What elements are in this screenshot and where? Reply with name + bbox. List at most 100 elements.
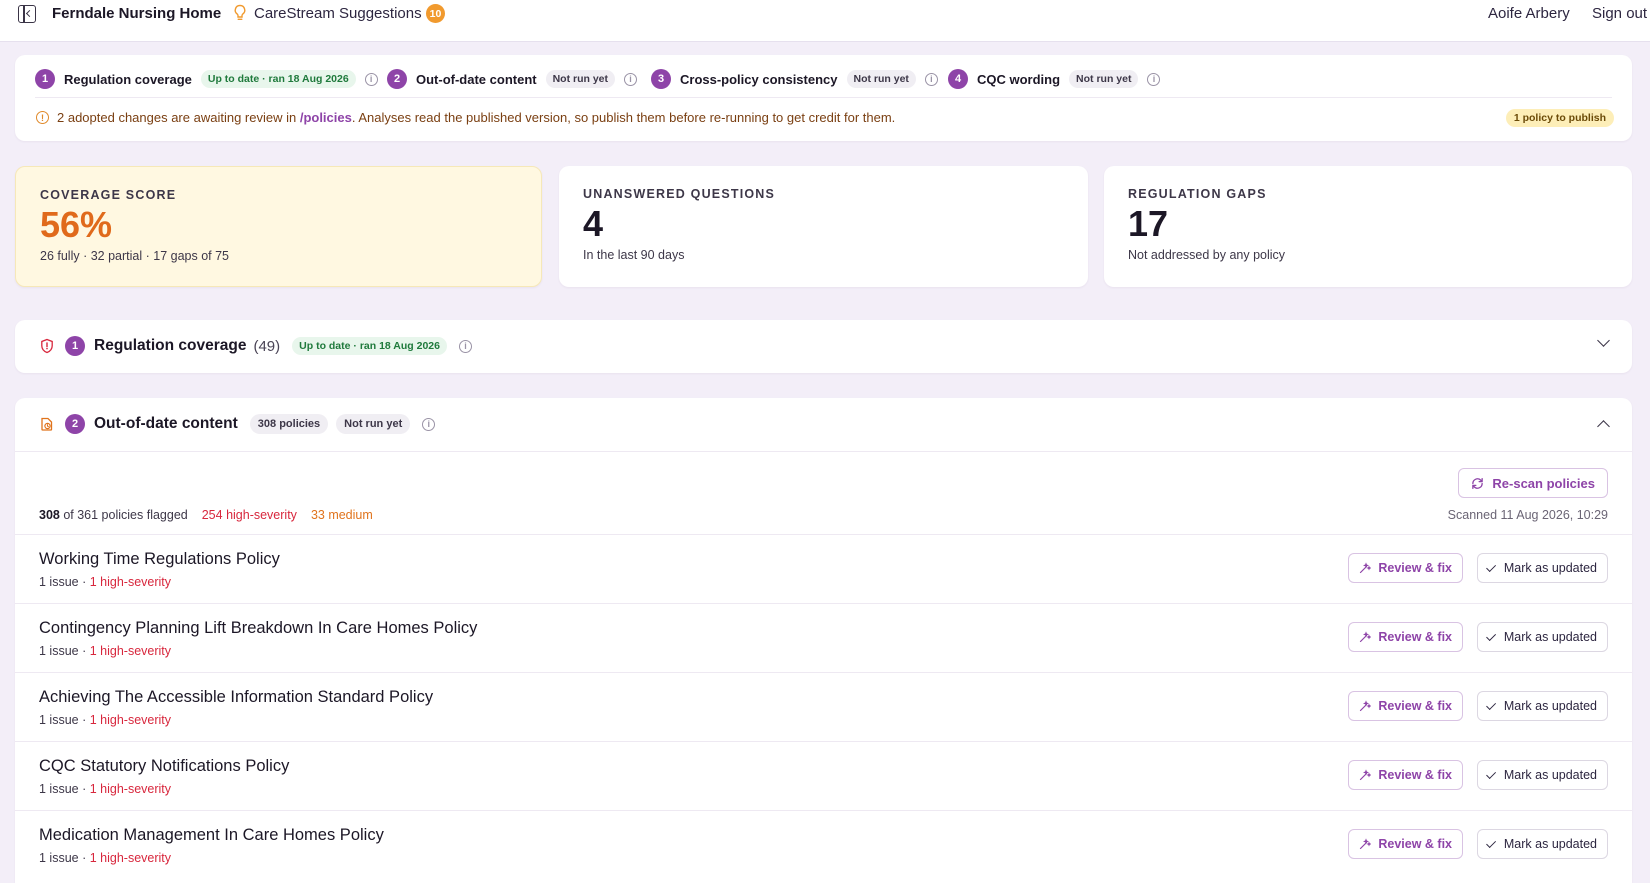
rescan-label: Re-scan policies — [1492, 475, 1595, 491]
notice-text: 2 adopted changes are awaiting review in — [57, 110, 300, 125]
policy-row[interactable]: CQC Statutory Notifications Policy 1 iss… — [15, 741, 1632, 810]
mark-label: Mark as updated — [1503, 837, 1597, 851]
policy-row[interactable]: Working Time Regulations Policy 1 issue … — [15, 534, 1632, 603]
carestream-suggestions-link[interactable]: CareStream Suggestions — [254, 5, 422, 22]
regulation-gaps-value: 17 — [1128, 203, 1169, 244]
unanswered-questions-card: Unanswered questions 4 In the last 90 da… — [559, 166, 1088, 287]
magic-wand-icon — [1360, 838, 1372, 850]
policy-issues: 1 issue · 1 high-severity — [39, 575, 171, 589]
check-icon — [1486, 837, 1496, 848]
status-badge: Not run yet — [545, 70, 616, 88]
review-fix-button[interactable]: Review & fix — [1348, 829, 1463, 859]
metric-label: Coverage score — [40, 188, 177, 202]
section-header[interactable]: 2 Out-of-date content 308 policies Not r… — [39, 398, 436, 450]
step-cqc-wording[interactable]: 4 CQC wording Not run yet i — [948, 68, 1161, 90]
review-label: Review & fix — [1378, 561, 1452, 575]
step-number: 2 — [387, 69, 407, 89]
review-label: Review & fix — [1378, 630, 1452, 644]
magic-wand-icon — [1360, 700, 1372, 712]
policy-title[interactable]: Contingency Planning Lift Breakdown In C… — [39, 619, 477, 638]
divider — [35, 97, 1612, 98]
issue-count: 1 issue · — [39, 851, 90, 865]
review-fix-button[interactable]: Review & fix — [1348, 553, 1463, 583]
policy-issues: 1 issue · 1 high-severity — [39, 782, 171, 796]
status-badge: Not run yet — [1069, 70, 1139, 88]
org-name[interactable]: Ferndale Nursing Home — [52, 5, 221, 22]
step-number: 4 — [948, 69, 968, 89]
refresh-icon — [1472, 477, 1484, 489]
mark-as-updated-button[interactable]: Mark as updated — [1476, 760, 1608, 790]
policy-issues: 1 issue · 1 high-severity — [39, 644, 171, 658]
policy-title[interactable]: Achieving The Accessible Information Sta… — [39, 688, 433, 707]
metric-sub: 26 fully · 32 partial · 17 gaps of 75 — [40, 249, 230, 263]
magic-wand-icon — [1360, 631, 1372, 643]
check-icon — [1486, 768, 1496, 779]
metric-sub: Not addressed by any policy — [1128, 248, 1286, 262]
shield-alert-icon — [41, 338, 53, 354]
severity-label: 1 high-severity — [89, 713, 172, 727]
top-bar: Ferndale Nursing Home CareStream Suggest… — [0, 0, 1650, 42]
outdated-file-icon — [41, 417, 53, 431]
review-fix-button[interactable]: Review & fix — [1348, 691, 1463, 721]
status-badge: Not run yet — [846, 70, 916, 88]
sidebar-toggle-icon[interactable] — [18, 5, 36, 23]
metric-label: Regulation gaps — [1128, 187, 1267, 201]
policy-to-publish-badge[interactable]: 1 policy to publish — [1505, 109, 1614, 127]
metric-sub: In the last 90 days — [583, 248, 685, 262]
step-label: Regulation coverage — [64, 71, 192, 87]
high-severity-count: 254 high-severity — [201, 508, 297, 522]
section-title: Regulation coverage — [94, 337, 247, 354]
step-cross-policy-consistency[interactable]: 3 Cross-policy consistency Not run yet i — [651, 68, 938, 90]
policies-link[interactable]: /policies — [300, 110, 352, 125]
severity-label: 1 high-severity — [89, 644, 172, 658]
policy-title[interactable]: Medication Management In Care Homes Poli… — [39, 826, 384, 845]
flagged-count: 308 — [39, 508, 60, 522]
info-icon[interactable]: i — [458, 339, 472, 353]
policy-title[interactable]: Working Time Regulations Policy — [39, 550, 280, 569]
publish-notice: 2 adopted changes are awaiting review in… — [57, 110, 895, 125]
metric-label: Unanswered questions — [583, 187, 776, 201]
policy-row[interactable]: Medication Management In Care Homes Poli… — [15, 810, 1632, 879]
policy-title[interactable]: CQC Statutory Notifications Policy — [39, 757, 289, 776]
step-label: Out-of-date content — [416, 71, 537, 87]
scanned-timestamp: Scanned 11 Aug 2026, 10:29 — [1447, 508, 1608, 522]
check-icon — [1486, 699, 1496, 710]
info-icon[interactable]: i — [924, 72, 938, 86]
review-label: Review & fix — [1378, 699, 1452, 713]
medium-count: 33 medium — [310, 508, 373, 522]
check-icon — [1486, 561, 1496, 572]
status-badge: Not run yet — [336, 414, 411, 434]
coverage-score-card: Coverage score 56% 26 fully · 32 partial… — [15, 166, 542, 287]
step-label: Cross-policy consistency — [680, 71, 838, 87]
user-name[interactable]: Aoife Arbery — [1488, 5, 1570, 22]
info-icon[interactable]: i — [422, 417, 436, 431]
sign-out-link[interactable]: Sign out — [1592, 5, 1647, 22]
regulation-coverage-section[interactable]: 1 Regulation coverage (49) Up to date · … — [15, 320, 1632, 373]
chevron-up-icon[interactable] — [1597, 420, 1610, 433]
flagged-text: of 361 policies flagged — [59, 508, 188, 522]
chevron-down-icon[interactable] — [1597, 334, 1610, 347]
info-icon[interactable]: i — [364, 72, 378, 86]
rescan-policies-button[interactable]: Re-scan policies — [1458, 468, 1608, 498]
info-icon[interactable]: i — [1147, 72, 1161, 86]
section-title: Out-of-date content — [94, 415, 238, 432]
mark-as-updated-button[interactable]: Mark as updated — [1476, 553, 1608, 583]
mark-label: Mark as updated — [1503, 699, 1597, 713]
section-header[interactable]: 1 Regulation coverage (49) Up to date · … — [39, 320, 472, 372]
mark-as-updated-button[interactable]: Mark as updated — [1476, 691, 1608, 721]
magic-wand-icon — [1360, 562, 1372, 574]
section-number: 2 — [65, 414, 85, 434]
mark-as-updated-button[interactable]: Mark as updated — [1476, 622, 1608, 652]
policy-row[interactable]: Contingency Planning Lift Breakdown In C… — [15, 603, 1632, 672]
mark-as-updated-button[interactable]: Mark as updated — [1476, 829, 1608, 859]
lightbulb-icon — [234, 4, 246, 20]
info-icon[interactable]: i — [624, 72, 638, 86]
step-out-of-date-content[interactable]: 2 Out-of-date content Not run yet i — [387, 68, 638, 90]
policy-row[interactable]: Achieving The Accessible Information Sta… — [15, 672, 1632, 741]
review-label: Review & fix — [1378, 768, 1452, 782]
step-label: CQC wording — [977, 71, 1061, 87]
review-fix-button[interactable]: Review & fix — [1348, 760, 1463, 790]
step-regulation-coverage[interactable]: 1 Regulation coverage Up to date · ran 1… — [35, 68, 378, 90]
review-fix-button[interactable]: Review & fix — [1348, 622, 1463, 652]
issue-count: 1 issue · — [39, 575, 90, 589]
